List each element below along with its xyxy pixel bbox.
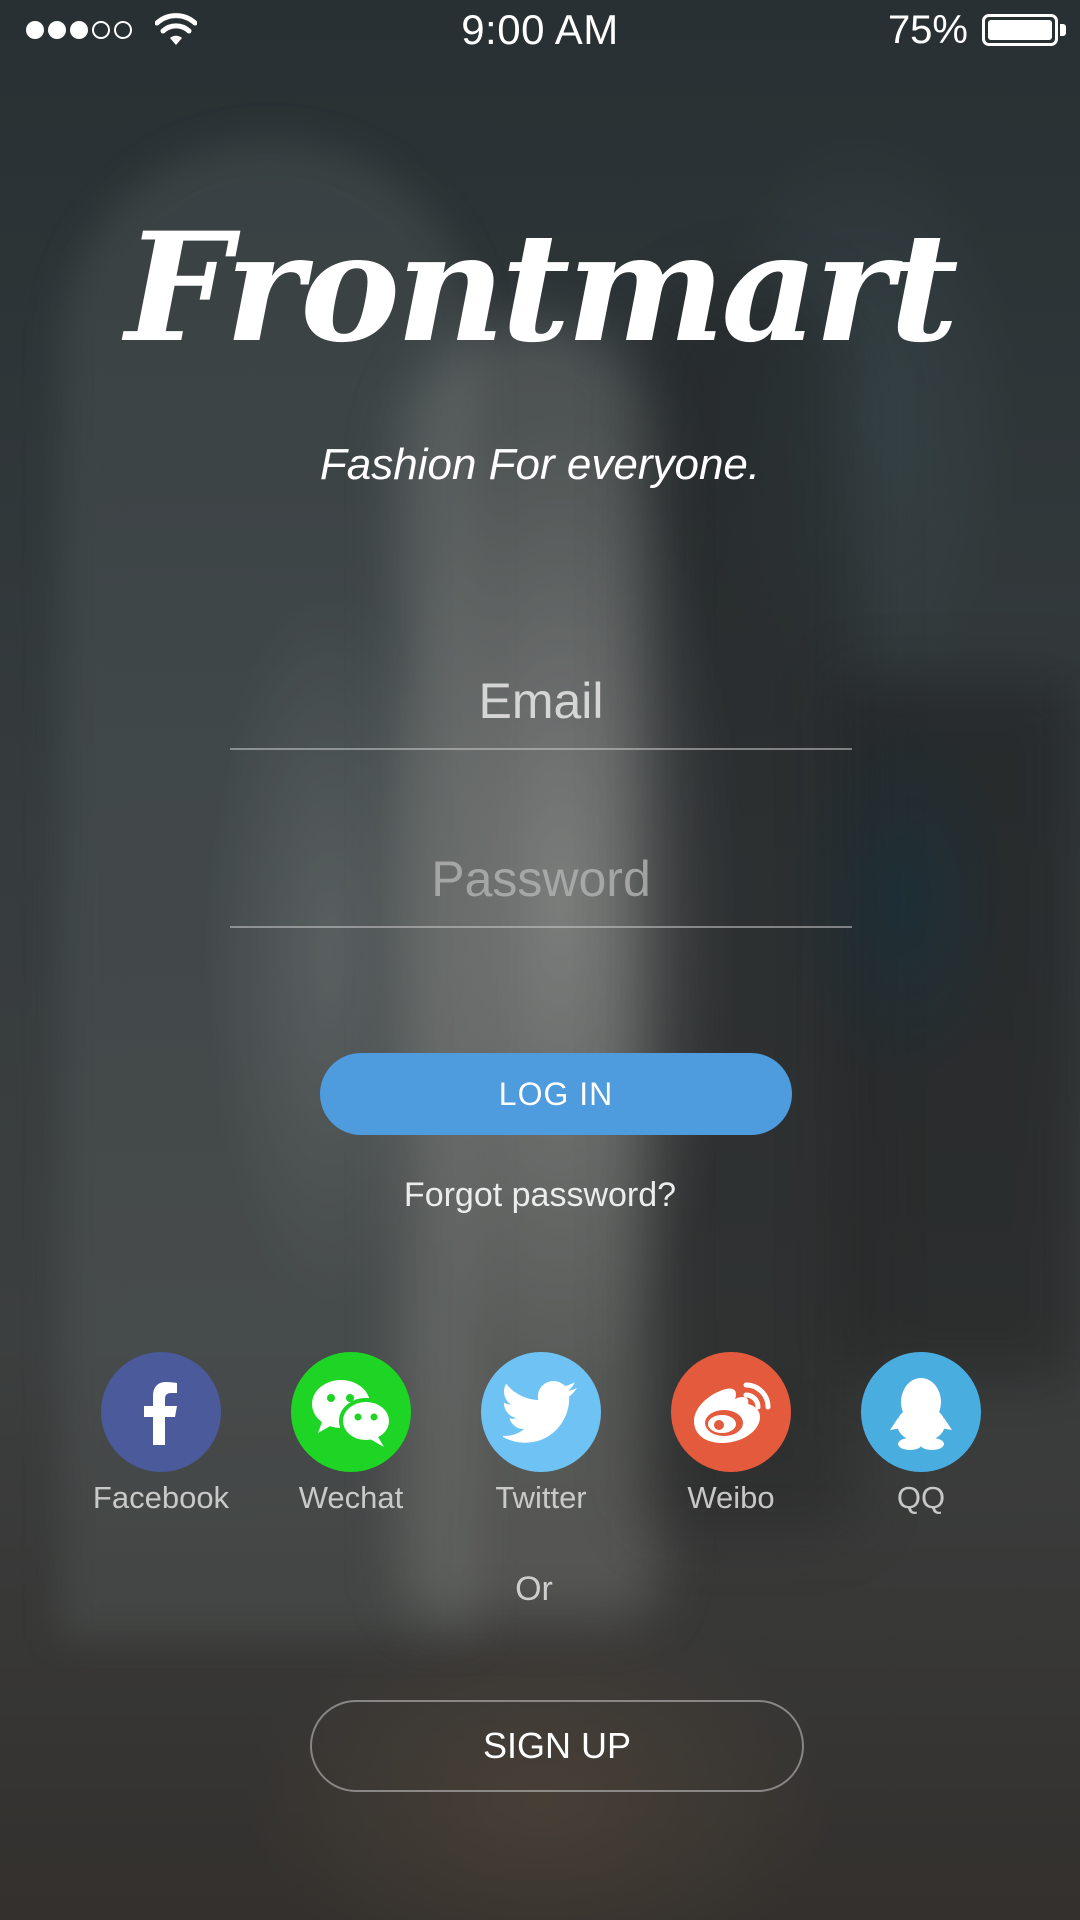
twitter-label: Twitter [495, 1480, 587, 1515]
qq-label: QQ [896, 1480, 946, 1515]
status-bar: 9:00 AM 75% [0, 0, 1080, 60]
wechat-label: Wechat [298, 1480, 404, 1515]
facebook-label: Facebook [92, 1480, 230, 1515]
wechat-icon [291, 1352, 411, 1472]
or-divider-label: Or [515, 1570, 553, 1608]
twitter-icon [481, 1352, 601, 1472]
battery-icon [982, 14, 1058, 46]
battery-percent: 75% [887, 8, 968, 52]
weibo-icon [671, 1352, 791, 1472]
qq-icon [861, 1352, 981, 1472]
weibo-label: Weibo [687, 1480, 775, 1515]
login-button[interactable]: LOG IN [320, 1053, 792, 1135]
email-field[interactable] [230, 672, 852, 730]
facebook-icon [101, 1352, 221, 1472]
twitter-login-button[interactable]: Twitter [446, 1352, 636, 1516]
facebook-login-button[interactable]: Facebook [66, 1352, 256, 1516]
wechat-login-button[interactable]: Wechat [256, 1352, 446, 1516]
password-field-container [230, 832, 852, 928]
email-field-container [230, 654, 852, 750]
signup-button[interactable]: SIGN UP [310, 1700, 804, 1792]
password-field[interactable] [230, 850, 852, 908]
app-logo: Frontmart [125, 200, 959, 376]
weibo-login-button[interactable]: Weibo [636, 1352, 826, 1516]
forgot-password-link[interactable]: Forgot password? [0, 1176, 1080, 1215]
tagline: Fashion For everyone. [319, 440, 761, 489]
qq-login-button[interactable]: QQ [826, 1352, 1016, 1516]
